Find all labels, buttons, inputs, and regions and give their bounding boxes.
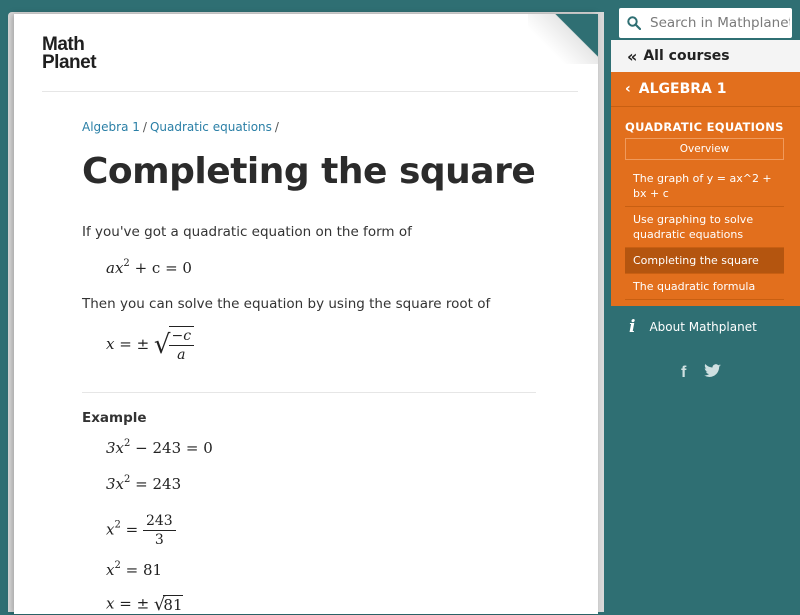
double-chevron-left-icon: «: [627, 46, 638, 66]
page-curl: [528, 14, 598, 64]
example-step-5: x = ± √81: [106, 594, 183, 615]
lesson-quadratic-formula[interactable]: The quadratic formula: [625, 274, 784, 300]
social-links: f: [681, 364, 722, 383]
example-step-4: x2 = 81: [106, 560, 163, 579]
info-icon: i: [629, 317, 636, 337]
sidebar: « All courses ‹ ALGEBRA 1 QUADRATIC EQUA…: [611, 0, 800, 600]
example-heading: Example: [82, 410, 147, 426]
breadcrumb-quadratic-equations[interactable]: Quadratic equations: [150, 120, 272, 134]
search-input[interactable]: [648, 14, 792, 32]
mathplanet-logo[interactable]: Math Planet: [42, 35, 112, 76]
lesson-completing-square[interactable]: Completing the square: [625, 248, 784, 274]
header-divider: [42, 91, 578, 92]
lesson-graphing-solve[interactable]: Use graphing to solve quadratic equation…: [625, 207, 784, 248]
example-step-2: 3x2 = 243: [106, 474, 182, 493]
about-mathplanet-link[interactable]: i About Mathplanet: [611, 312, 800, 342]
intro-text: If you've got a quadratic equation on th…: [82, 224, 412, 240]
chevron-left-icon: ‹: [625, 81, 631, 97]
method-text: Then you can solve the equation by using…: [82, 296, 491, 312]
breadcrumb-algebra-1[interactable]: Algebra 1: [82, 120, 140, 134]
section-divider: [82, 392, 536, 393]
all-courses-link[interactable]: « All courses: [611, 40, 800, 72]
breadcrumb: Algebra 1/Quadratic equations /: [82, 120, 279, 134]
sqrt-symbol: √ −c a: [154, 326, 195, 364]
page-title: Completing the square: [82, 151, 536, 192]
course-menu: ‹ ALGEBRA 1 QUADRATIC EQUATIONS Overview…: [611, 72, 800, 306]
section-title: QUADRATIC EQUATIONS: [625, 120, 784, 134]
search-icon[interactable]: [619, 16, 648, 30]
lesson-graph-quadratic[interactable]: The graph of y = ax^2 + bx + c: [625, 166, 784, 207]
main-content: Algebra 1/Quadratic equations / Completin…: [82, 120, 542, 615]
overview-button[interactable]: Overview: [625, 138, 784, 160]
facebook-icon[interactable]: f: [681, 364, 686, 383]
example-step-3: x2 = 243 3: [106, 512, 176, 549]
content-page: Math Planet Algebra 1/Quadratic equation…: [14, 14, 598, 615]
equation-root-formula: x = ± √ −c a: [106, 326, 195, 364]
equation-general-form: ax2 + c = 0: [106, 258, 192, 277]
search-box[interactable]: [619, 8, 792, 38]
course-link-algebra-1[interactable]: ‹ ALGEBRA 1: [611, 72, 800, 107]
example-step-1: 3x2 − 243 = 0: [106, 438, 213, 457]
twitter-icon[interactable]: [704, 364, 722, 383]
lesson-list: The graph of y = ax^2 + bx + c Use graph…: [625, 166, 784, 300]
